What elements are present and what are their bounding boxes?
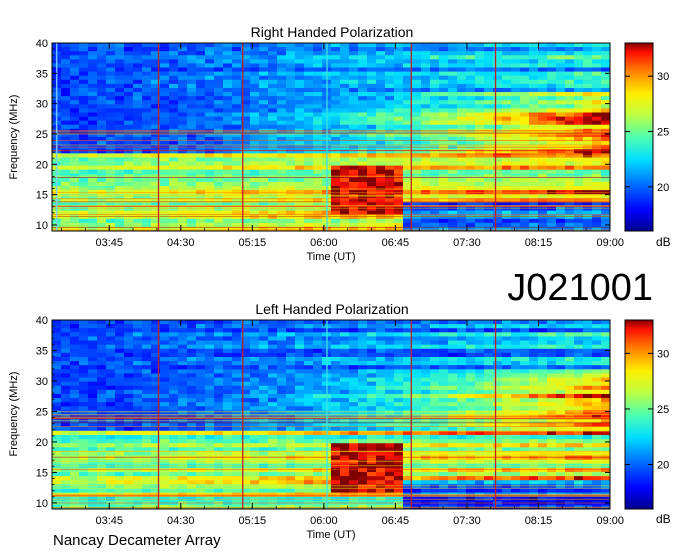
panel-left-polarization: Left Handed Polarization 10152025303540 … <box>8 301 671 541</box>
x-tick-label: 04:30 <box>167 515 195 527</box>
y-tick-label: 30 <box>36 376 48 388</box>
x-tick-label: 06:00 <box>310 237 338 249</box>
x-axis-label: Time (UT) <box>306 529 355 541</box>
x-tick-label: 05:15 <box>239 237 267 249</box>
y-tick-label: 15 <box>36 467 48 479</box>
y-tick-label: 20 <box>36 437 48 449</box>
x-tick-label: 08:15 <box>525 237 553 249</box>
observation-id: J021001 <box>507 267 653 309</box>
colorbar-tick-label: 20 <box>657 182 669 194</box>
x-tick-label: 07:30 <box>453 515 481 527</box>
colorbar-unit: dB <box>656 512 671 526</box>
chart-title: Right Handed Polarization <box>251 24 414 40</box>
x-tick-label: 08:15 <box>525 515 553 527</box>
panel-right-polarization: Right Handed Polarization 10 15 20 25 30 35 40… <box>8 24 671 263</box>
y-axis-label: Frequency (MHz) <box>8 372 20 457</box>
y-tick-label: 20 <box>36 159 48 171</box>
colorbar <box>624 42 654 232</box>
x-tick-label: 05:15 <box>239 515 267 527</box>
y-tick-label: 35 <box>36 68 48 80</box>
x-tick-label: 03:45 <box>95 237 123 249</box>
colorbar-tick-label: 25 <box>657 404 669 416</box>
x-tick-label: 04:30 <box>167 237 195 249</box>
x-tick-label: 07:30 <box>453 237 481 249</box>
colorbar-unit: dB <box>656 235 671 249</box>
instrument-label: Nancay Decameter Array <box>53 532 221 549</box>
x-tick-label: 06:45 <box>382 515 410 527</box>
y-tick-label: 10 <box>36 220 48 232</box>
x-tick-label: 06:00 <box>310 515 338 527</box>
y-tick-label: 30 <box>36 99 48 111</box>
y-tick-label: 35 <box>36 345 48 357</box>
colorbar-tick-label: 25 <box>657 126 669 138</box>
dynamic-spectrum-figure: Right Handed Polarization 10 15 20 25 30 35 40… <box>8 24 671 549</box>
heatmap-area <box>52 43 610 231</box>
x-tick-label: 09:00 <box>596 515 624 527</box>
y-tick-label: 40 <box>36 315 48 327</box>
y-tick-label: 25 <box>36 129 48 141</box>
colorbar <box>624 319 654 510</box>
y-tick-label: 10 <box>36 498 48 510</box>
colorbar-tick-label: 20 <box>657 460 669 472</box>
colorbar-tick-label: 30 <box>657 71 669 83</box>
y-tick-label: 25 <box>36 406 48 418</box>
colorbar-tick-label: 30 <box>657 348 669 360</box>
y-tick-label: 15 <box>36 190 48 202</box>
heatmap-area <box>52 320 610 509</box>
y-axis-label: Frequency (MHz) <box>8 95 20 180</box>
x-tick-label: 03:45 <box>95 515 123 527</box>
y-tick-label: 40 <box>36 38 48 50</box>
x-axis-label: Time (UT) <box>306 251 355 263</box>
chart-title: Left Handed Polarization <box>255 301 408 317</box>
x-tick-label: 09:00 <box>596 237 624 249</box>
x-tick-label: 06:45 <box>382 237 410 249</box>
